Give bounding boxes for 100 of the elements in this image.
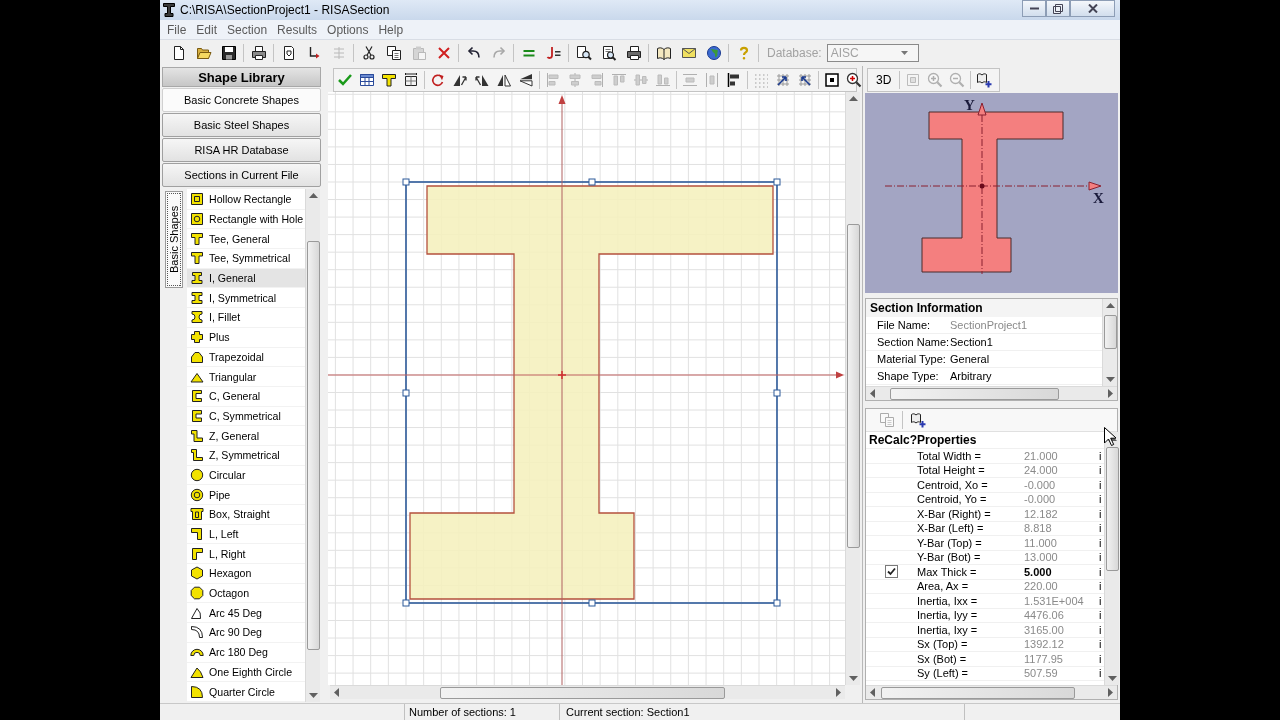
scroll-left-icon[interactable] xyxy=(870,389,875,398)
field-value[interactable]: Section1 xyxy=(950,336,993,348)
scroll-right-icon[interactable] xyxy=(836,688,841,697)
scroll-down-icon[interactable] xyxy=(848,676,858,681)
book-icon[interactable] xyxy=(655,45,672,61)
shape-list-item[interactable]: Tee, Symmetrical xyxy=(187,249,305,269)
field-value[interactable]: Arbitrary xyxy=(950,370,992,382)
shape-list-item[interactable]: C, General xyxy=(187,386,305,407)
shape-list-item[interactable]: Hexagon xyxy=(187,564,305,584)
horizontal-scrollbar[interactable] xyxy=(866,685,1117,699)
shape-list-item[interactable]: Arc 90 Deg xyxy=(187,623,305,643)
shape-list-item[interactable]: Pipe xyxy=(187,485,305,505)
table-icon[interactable] xyxy=(359,72,375,88)
resize-handle[interactable] xyxy=(588,599,596,607)
envelope-icon[interactable] xyxy=(680,45,697,61)
scroll-left-icon[interactable] xyxy=(334,688,339,697)
menu-item[interactable]: Edit xyxy=(191,22,223,37)
scroll-up-icon[interactable] xyxy=(1105,303,1115,308)
scroll-up-icon[interactable] xyxy=(308,193,318,198)
delete-icon[interactable] xyxy=(435,45,452,61)
rotate-icon[interactable] xyxy=(430,72,446,88)
vertical-scrollbar[interactable] xyxy=(1102,299,1117,386)
globe-icon[interactable] xyxy=(705,45,722,61)
scroll-right-icon[interactable] xyxy=(1108,389,1113,398)
align-edge-icon[interactable] xyxy=(726,72,742,88)
resize-handle[interactable] xyxy=(402,389,410,397)
save-icon[interactable] xyxy=(220,45,237,61)
view-3d-button[interactable]: 3D xyxy=(872,73,896,87)
restore-button[interactable] xyxy=(1046,0,1070,17)
shape-list-item[interactable]: L, Right xyxy=(187,544,305,565)
resize-handle[interactable] xyxy=(402,178,410,186)
flip-triangles-icon[interactable] xyxy=(518,72,534,88)
scrollbar-thumb[interactable] xyxy=(881,686,1075,699)
checkmark-icon[interactable] xyxy=(337,72,353,88)
search-icon[interactable] xyxy=(575,45,592,61)
resize-handle[interactable] xyxy=(773,178,781,186)
grid-arrow-icon[interactable] xyxy=(797,72,813,88)
category-button[interactable]: Basic Steel Shapes xyxy=(162,113,321,137)
printer-icon[interactable] xyxy=(625,45,642,61)
vertical-scrollbar[interactable] xyxy=(305,189,320,702)
scrollbar-thumb[interactable] xyxy=(440,686,725,699)
copy-icon[interactable] xyxy=(385,45,402,61)
frame-icon[interactable] xyxy=(824,72,840,88)
category-button[interactable]: RISA HR Database xyxy=(162,138,321,162)
shape-list-item[interactable]: Z, General xyxy=(187,426,305,446)
open-folder-icon[interactable] xyxy=(195,45,212,61)
vertical-scrollbar[interactable] xyxy=(1104,432,1119,685)
category-button[interactable]: Sections in Current File xyxy=(162,163,321,187)
menu-item[interactable]: Help xyxy=(373,22,409,37)
shape-list-item[interactable]: I, General xyxy=(187,268,305,289)
shape-list-item[interactable]: C, Symmetrical xyxy=(187,406,305,427)
shape-list-item[interactable]: Rectangle with Hole xyxy=(187,209,305,230)
document-search-icon[interactable] xyxy=(600,45,617,61)
shape-list-item[interactable]: Tee, General xyxy=(187,229,305,250)
resize-handle[interactable] xyxy=(402,599,410,607)
resize-handle[interactable] xyxy=(773,599,781,607)
resize-handle[interactable] xyxy=(588,178,596,186)
shape-list-item[interactable]: L, Left xyxy=(187,524,305,545)
shape-list-item[interactable]: I, Symmetrical xyxy=(187,288,305,309)
shape-list-item[interactable]: Arc 45 Deg xyxy=(187,603,305,624)
shape-list-item[interactable]: One Eighth Circle xyxy=(187,662,305,683)
resize-handle[interactable] xyxy=(773,389,781,397)
shape-list-item[interactable]: Trapezoidal xyxy=(187,347,305,368)
hook-equals-icon[interactable] xyxy=(545,45,562,61)
tee-shape-icon[interactable] xyxy=(381,72,397,88)
scroll-right-icon[interactable] xyxy=(1108,688,1113,697)
shape-list-item[interactable]: I, Fillet xyxy=(187,308,305,328)
shape-list-item[interactable]: Quarter Circle xyxy=(187,682,305,702)
scissors-icon[interactable] xyxy=(360,45,377,61)
scroll-down-icon[interactable] xyxy=(1105,377,1115,382)
scroll-down-icon[interactable] xyxy=(1107,676,1117,681)
mirror-triangles-icon[interactable] xyxy=(496,72,512,88)
horizontal-scrollbar[interactable] xyxy=(866,386,1117,400)
side-tab[interactable]: Basic Shapes xyxy=(165,191,183,288)
horizontal-scrollbar[interactable] xyxy=(330,685,845,699)
vertical-scrollbar[interactable] xyxy=(845,92,860,685)
shape-list-item[interactable]: Hollow Rectangle xyxy=(187,190,305,210)
minimize-button[interactable] xyxy=(1022,0,1046,17)
shape-list-item[interactable]: Plus xyxy=(187,327,305,348)
scroll-up-icon[interactable] xyxy=(848,96,858,101)
scrollbar-thumb[interactable] xyxy=(846,223,860,548)
menu-item[interactable]: Section xyxy=(222,22,273,37)
shape-list-item[interactable]: Z, Symmetrical xyxy=(187,445,305,466)
undo-icon[interactable] xyxy=(465,45,482,61)
shape-list-item[interactable]: Box, Straight xyxy=(187,505,305,525)
field-value[interactable]: General xyxy=(950,353,990,365)
checkbox[interactable] xyxy=(885,565,898,579)
scrollbar-thumb[interactable] xyxy=(1103,314,1117,350)
scroll-left-icon[interactable] xyxy=(870,688,875,697)
shape-list-item[interactable]: Triangular xyxy=(187,367,305,387)
grid-frame-icon[interactable] xyxy=(403,72,419,88)
scrollbar-thumb[interactable] xyxy=(890,387,1060,400)
menu-item[interactable]: Results xyxy=(272,22,323,37)
zoom-in-icon[interactable] xyxy=(846,72,862,88)
category-button[interactable]: Basic Concrete Shapes xyxy=(162,88,321,112)
book-add-icon[interactable] xyxy=(976,72,993,88)
scrollbar-thumb[interactable] xyxy=(1105,447,1119,571)
book-add-icon[interactable] xyxy=(910,412,926,428)
grid-arrow-icon[interactable] xyxy=(775,72,791,88)
close-button[interactable] xyxy=(1070,0,1115,17)
